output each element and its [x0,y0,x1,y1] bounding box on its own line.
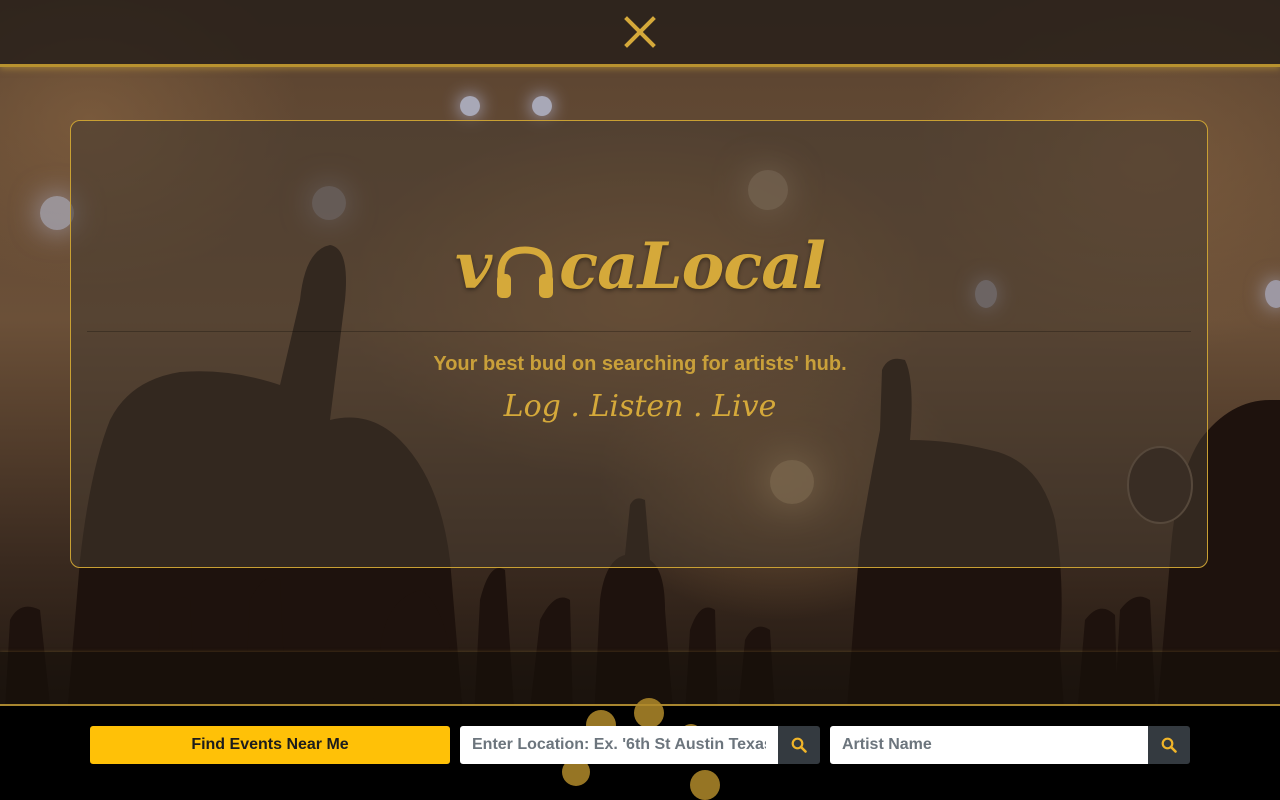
location-search-button[interactable] [778,726,820,764]
logo-text-end: caLocal [559,229,826,304]
artist-name-input[interactable] [830,726,1148,764]
location-input[interactable] [460,726,778,764]
artist-search-group [830,726,1190,764]
artist-search-button[interactable] [1148,726,1190,764]
top-bar [0,0,1280,67]
search-icon [1161,737,1177,753]
tagline: Your best bud on searching for artists' … [433,353,847,375]
decorative-bubble [690,770,720,800]
search-icon [791,737,807,753]
close-button[interactable] [622,14,658,50]
logo: v caLocal [71,229,1209,304]
location-search-group [460,726,820,764]
footer-band [0,652,1280,706]
motto: Log . Listen . Live [503,389,777,424]
close-icon [624,16,656,48]
headphones-icon [497,246,554,298]
decorative-bubble [634,698,664,728]
page-background: v caLocal Your best bud on searching for… [0,0,1280,800]
logo-text-start: v [454,229,492,304]
hero-panel: v caLocal Your best bud on searching for… [70,120,1208,568]
find-events-button[interactable]: Find Events Near Me [90,726,450,764]
divider [87,331,1191,332]
